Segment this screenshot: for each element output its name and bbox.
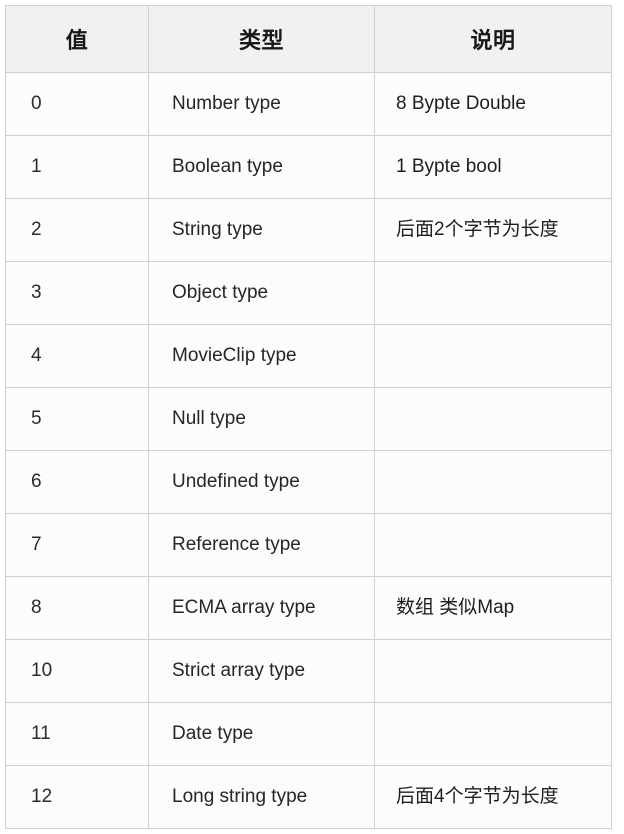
cell-desc: [374, 324, 612, 388]
cell-type-text: Reference type: [172, 534, 301, 556]
cell-type-text: ECMA array type: [172, 597, 316, 619]
cell-value-text: 12: [31, 786, 53, 808]
table-row: 1 Boolean type 1 Bypte bool: [5, 135, 612, 199]
cell-desc-text: [375, 284, 611, 303]
cell-desc: [374, 702, 612, 766]
cell-value: 7: [5, 513, 149, 577]
cell-type-text: Strict array type: [172, 660, 306, 682]
cell-type: Null type: [148, 387, 375, 451]
column-header-desc: 说明: [374, 5, 612, 73]
column-header-desc-label: 说明: [470, 28, 516, 53]
cell-desc: 8 Bypte Double: [374, 72, 612, 136]
cell-type: MovieClip type: [148, 324, 375, 388]
cell-type-text: Object type: [172, 282, 269, 304]
table-header-row: 值 类型 说明: [5, 5, 612, 73]
cell-value: 8: [5, 576, 149, 640]
cell-value-text: 6: [31, 471, 42, 493]
cell-value-text: 7: [31, 534, 42, 556]
cell-desc-text: [375, 347, 611, 366]
table-row: 5 Null type: [5, 387, 612, 451]
table-row: 2 String type 后面2个字节为长度: [5, 198, 612, 262]
cell-desc-text: 后面4个字节为长度: [396, 786, 559, 808]
table-row: 4 MovieClip type: [5, 324, 612, 388]
column-header-type-label: 类型: [238, 28, 284, 53]
cell-value-text: 1: [31, 156, 42, 178]
cell-type: Object type: [148, 261, 375, 325]
column-header-value: 值: [5, 5, 149, 73]
cell-value-text: 10: [31, 660, 53, 682]
cell-type-text: Number type: [172, 93, 281, 115]
cell-desc: [374, 450, 612, 514]
table-row: 0 Number type 8 Bypte Double: [5, 72, 612, 136]
cell-type: Reference type: [148, 513, 375, 577]
page-root: 值 类型 说明 0 Number type 8 Bypte Double 1 B…: [0, 0, 624, 834]
cell-value-text: 5: [31, 408, 42, 430]
cell-type-text: Boolean type: [172, 156, 283, 178]
cell-desc: 后面4个字节为长度: [374, 765, 612, 829]
cell-type: Strict array type: [148, 639, 375, 703]
cell-desc-text: [375, 410, 611, 429]
cell-type: Boolean type: [148, 135, 375, 199]
cell-type: Undefined type: [148, 450, 375, 514]
column-header-value-label: 值: [65, 28, 89, 53]
cell-desc-text: 1 Bypte bool: [396, 156, 502, 178]
cell-type-text: Long string type: [172, 786, 308, 808]
cell-value: 2: [5, 198, 149, 262]
cell-value: 6: [5, 450, 149, 514]
cell-value: 1: [5, 135, 149, 199]
cell-desc-text: 8 Bypte Double: [396, 93, 526, 115]
cell-desc-text: [375, 473, 611, 492]
cell-value-text: 11: [31, 723, 51, 745]
table-row: 3 Object type: [5, 261, 612, 325]
cell-type-text: MovieClip type: [172, 345, 297, 367]
table-row: 6 Undefined type: [5, 450, 612, 514]
cell-desc: [374, 513, 612, 577]
cell-value-text: 3: [31, 282, 42, 304]
table-header: 值 类型 说明: [5, 5, 612, 73]
cell-value-text: 0: [31, 93, 42, 115]
cell-desc: [374, 639, 612, 703]
cell-value: 3: [5, 261, 149, 325]
cell-type: ECMA array type: [148, 576, 375, 640]
cell-value: 12: [5, 765, 149, 829]
cell-desc: 1 Bypte bool: [374, 135, 612, 199]
cell-desc: 后面2个字节为长度: [374, 198, 612, 262]
table-row: 10 Strict array type: [5, 639, 612, 703]
cell-desc-text: 后面2个字节为长度: [396, 219, 559, 241]
cell-value: 11: [5, 702, 149, 766]
column-header-type: 类型: [148, 5, 375, 73]
cell-value-text: 8: [31, 597, 42, 619]
cell-value: 0: [5, 72, 149, 136]
cell-desc-text: [375, 725, 611, 744]
table-row: 8 ECMA array type 数组 类似Map: [5, 576, 612, 640]
cell-desc: [374, 261, 612, 325]
table-row: 11 Date type: [5, 702, 612, 766]
cell-desc-text: [375, 536, 611, 555]
cell-desc: [374, 387, 612, 451]
cell-type-text: String type: [172, 219, 263, 241]
table-row: 12 Long string type 后面4个字节为长度: [5, 765, 612, 829]
cell-value: 4: [5, 324, 149, 388]
cell-desc-text: [375, 662, 611, 681]
cell-type-text: Date type: [172, 723, 254, 745]
cell-type-text: Null type: [172, 408, 246, 430]
cell-value-text: 4: [31, 345, 42, 367]
table-row: 7 Reference type: [5, 513, 612, 577]
cell-type: Long string type: [148, 765, 375, 829]
table-body: 0 Number type 8 Bypte Double 1 Boolean t…: [5, 72, 612, 829]
cell-type: String type: [148, 198, 375, 262]
cell-type-text: Undefined type: [172, 471, 300, 493]
cell-type: Date type: [148, 702, 375, 766]
cell-type: Number type: [148, 72, 375, 136]
cell-value: 10: [5, 639, 149, 703]
cell-desc-text: 数组 类似Map: [396, 597, 515, 619]
amf-data-type-table: 值 类型 说明 0 Number type 8 Bypte Double 1 B…: [5, 5, 612, 829]
cell-desc: 数组 类似Map: [374, 576, 612, 640]
cell-value-text: 2: [31, 219, 42, 241]
cell-value: 5: [5, 387, 149, 451]
